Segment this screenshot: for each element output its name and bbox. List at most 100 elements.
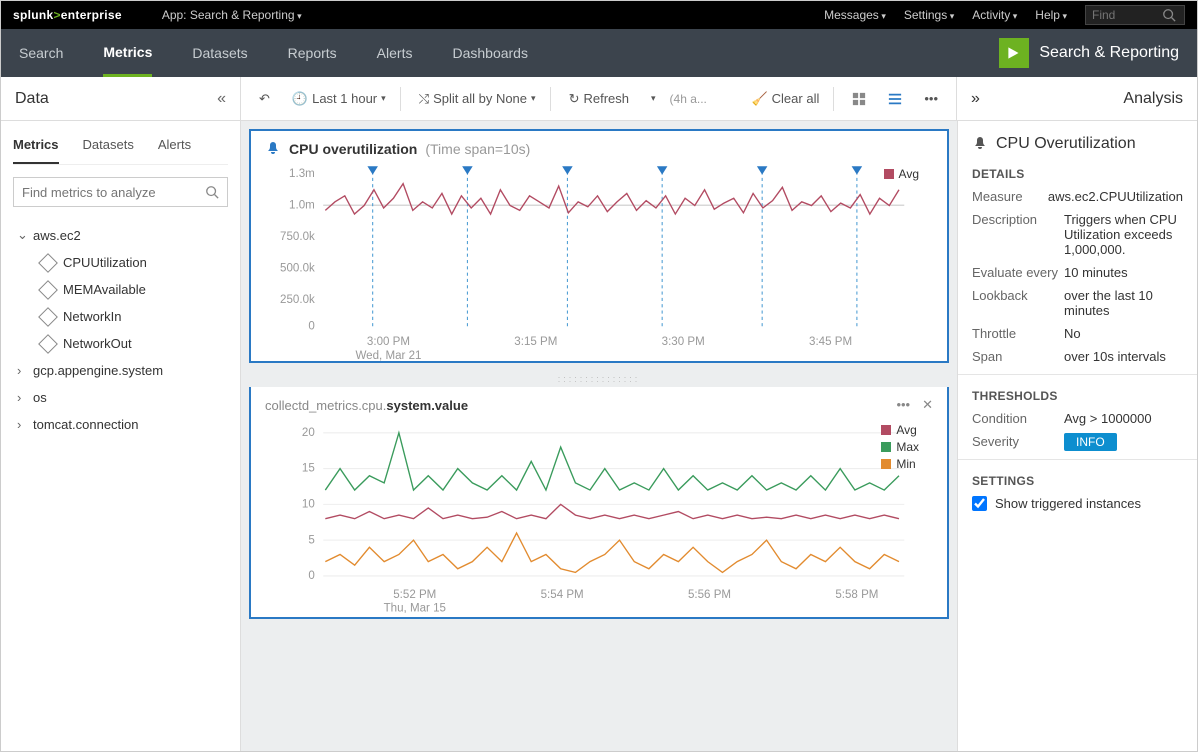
app-brand: Search & Reporting (999, 38, 1179, 68)
tree-aws-ec2[interactable]: ⌄aws.ec2 (13, 221, 228, 249)
svg-text:10: 10 (302, 499, 315, 511)
more-icon[interactable]: ••• (916, 87, 946, 110)
tree-tomcat[interactable]: ›tomcat.connection (13, 411, 228, 438)
split-picker[interactable]: ⤭ Split all by None (411, 87, 551, 111)
menu-settings[interactable]: Settings (904, 8, 954, 22)
menu-activity[interactable]: Activity (972, 8, 1017, 22)
menu-help[interactable]: Help (1035, 8, 1067, 22)
chart1-legend: Avg (884, 167, 919, 184)
data-sidebar: Metrics Datasets Alerts ⌄aws.ec2 CPUUtil… (1, 121, 241, 751)
svg-text:500.0k: 500.0k (280, 263, 315, 275)
detail-span: over 10s intervals (1064, 349, 1183, 364)
collapse-left-icon[interactable]: « (217, 90, 226, 108)
svg-text:1.0m: 1.0m (289, 199, 315, 211)
data-panel-title: Data (15, 90, 49, 108)
tag-icon (38, 253, 58, 273)
tab-datasets[interactable]: Datasets (83, 131, 134, 164)
svg-text:1.3m: 1.3m (289, 168, 315, 180)
refresh-button[interactable]: ↻ Refresh (561, 87, 637, 111)
show-triggered-input[interactable] (972, 496, 987, 511)
bell-icon (265, 141, 281, 157)
threshold-condition: Avg > 1000000 (1064, 411, 1183, 426)
detail-description: Triggers when CPU Utilization exceeds 1,… (1064, 212, 1183, 257)
chart-cpu-overutilization[interactable]: CPU overutilization (Time span=10s) Avg … (249, 129, 949, 363)
chart1-plot: 1.3m 1.0m 750.0k 500.0k 250.0k 0 3:00 PM… (271, 161, 927, 361)
detail-evaluate: 10 minutes (1064, 265, 1183, 280)
detail-measure: aws.ec2.CPUUtilization (1048, 189, 1183, 204)
tree-gcp[interactable]: ›gcp.appengine.system (13, 357, 228, 384)
svg-text:5:56 PM: 5:56 PM (688, 589, 731, 601)
svg-text:5: 5 (308, 534, 314, 546)
tab-alerts-side[interactable]: Alerts (158, 131, 191, 164)
time-picker[interactable]: 🕘 Last 1 hour (284, 87, 401, 111)
metrics-search-input[interactable] (22, 185, 205, 200)
undo-button[interactable]: ↶ (251, 87, 278, 111)
resize-handle[interactable]: ::::::::::::::: (241, 371, 957, 387)
chart2-close-icon[interactable]: ✕ (922, 397, 933, 413)
svg-text:3:30 PM: 3:30 PM (662, 336, 705, 348)
search-icon (205, 185, 219, 199)
chart2-more-icon[interactable]: ••• (896, 397, 910, 413)
svg-text:Thu, Mar 15: Thu, Mar 15 (384, 603, 446, 615)
svg-text:5:58 PM: 5:58 PM (835, 589, 878, 601)
tab-metrics[interactable]: Metrics (13, 131, 59, 164)
bell-icon (972, 136, 988, 152)
toolbar-right: » Analysis (957, 77, 1197, 120)
svg-text:250.0k: 250.0k (280, 294, 315, 306)
app-selector[interactable]: App: Search & Reporting (162, 8, 302, 22)
charts-area: CPU overutilization (Time span=10s) Avg … (241, 121, 957, 751)
svg-text:3:15 PM: 3:15 PM (514, 336, 557, 348)
tree-networkout[interactable]: NetworkOut (13, 330, 228, 357)
svg-text:3:00 PM: 3:00 PM (367, 336, 410, 348)
global-search[interactable] (1085, 5, 1185, 25)
logo: splunk>enterprise (13, 8, 122, 22)
details-heading: DETAILS (972, 167, 1183, 181)
toolbar-left: Data « (1, 77, 241, 120)
svg-text:20: 20 (302, 427, 315, 439)
metrics-search[interactable] (13, 177, 228, 207)
view-grid-icon[interactable] (844, 88, 874, 110)
show-triggered-checkbox[interactable]: Show triggered instances (972, 496, 1183, 511)
analysis-panel-title: Analysis (1123, 90, 1183, 108)
top-bar: splunk>enterprise App: Search & Reportin… (1, 1, 1197, 29)
svg-text:750.0k: 750.0k (280, 231, 315, 243)
severity-badge: INFO (1064, 433, 1117, 451)
nav-datasets[interactable]: Datasets (192, 31, 247, 75)
toolbar-center: ↶ 🕘 Last 1 hour ⤭ Split all by None ↻ Re… (241, 77, 957, 120)
tree-networkin[interactable]: NetworkIn (13, 303, 228, 330)
view-list-icon[interactable] (880, 88, 910, 110)
tree-cpuutilization[interactable]: CPUUtilization (13, 249, 228, 276)
collapse-right-icon[interactable]: » (971, 90, 980, 108)
svg-text:3:45 PM: 3:45 PM (809, 336, 852, 348)
chart1-subtitle: (Time span=10s) (425, 141, 530, 157)
tree-os[interactable]: ›os (13, 384, 228, 411)
chart2-title: collectd_metrics.cpu.system.value (265, 398, 468, 413)
refresh-dropdown[interactable] (643, 89, 664, 108)
svg-text:0: 0 (308, 570, 314, 582)
svg-text:Wed, Mar 21: Wed, Mar 21 (355, 350, 421, 361)
clear-all-button[interactable]: 🧹 Clear all (743, 87, 834, 111)
settings-heading: SETTINGS (972, 474, 1183, 488)
search-icon (1162, 8, 1176, 22)
global-search-input[interactable] (1092, 8, 1162, 22)
svg-text:5:52 PM: 5:52 PM (393, 589, 436, 601)
nav-metrics[interactable]: Metrics (103, 30, 152, 77)
nav-dashboards[interactable]: Dashboards (452, 31, 528, 75)
svg-text:0: 0 (308, 320, 314, 332)
chart-collectd-cpu[interactable]: collectd_metrics.cpu.system.value ••• ✕ … (249, 387, 949, 619)
nav-alerts[interactable]: Alerts (377, 31, 413, 75)
tag-icon (38, 334, 58, 354)
toolbar: Data « ↶ 🕘 Last 1 hour ⤭ Split all by No… (1, 77, 1197, 121)
chart2-legend: Avg Max Min (881, 423, 919, 474)
tree-memavailable[interactable]: MEMAvailable (13, 276, 228, 303)
analysis-title: CPU Overutilization (972, 135, 1183, 153)
detail-throttle: No (1064, 326, 1183, 341)
svg-text:15: 15 (302, 463, 315, 475)
nav-search[interactable]: Search (19, 31, 63, 75)
nav-reports[interactable]: Reports (288, 31, 337, 75)
tag-icon (38, 280, 58, 300)
thresholds-heading: THRESHOLDS (972, 389, 1183, 403)
app-brand-icon (999, 38, 1029, 68)
menu-messages[interactable]: Messages (824, 8, 886, 22)
sidebar-tabs: Metrics Datasets Alerts (13, 131, 228, 165)
